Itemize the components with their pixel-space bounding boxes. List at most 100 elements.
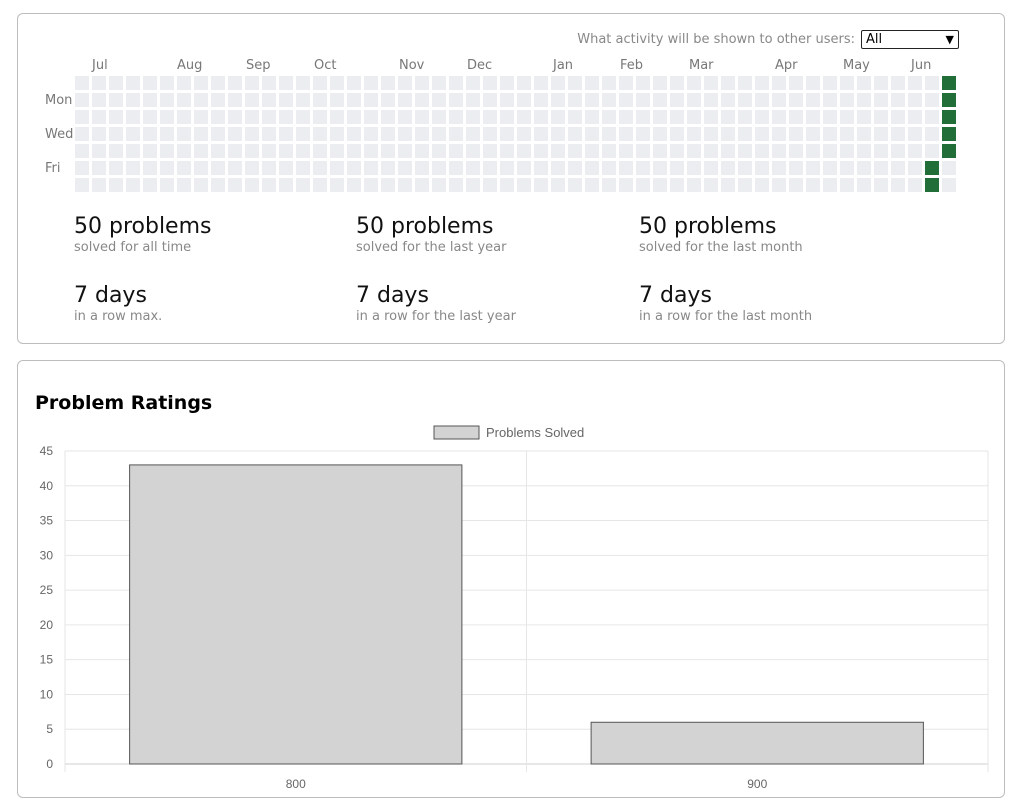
activity-cell[interactable] bbox=[313, 93, 327, 107]
activity-cell[interactable] bbox=[160, 76, 174, 90]
activity-cell[interactable] bbox=[109, 178, 123, 192]
activity-cell[interactable] bbox=[92, 110, 106, 124]
activity-cell[interactable] bbox=[721, 93, 735, 107]
activity-cell[interactable] bbox=[92, 93, 106, 107]
activity-cell[interactable] bbox=[483, 161, 497, 175]
activity-cell[interactable] bbox=[772, 161, 786, 175]
activity-cell[interactable] bbox=[466, 93, 480, 107]
activity-cell[interactable] bbox=[670, 76, 684, 90]
activity-cell[interactable] bbox=[551, 161, 565, 175]
activity-cell[interactable] bbox=[908, 76, 922, 90]
activity-cell[interactable] bbox=[415, 144, 429, 158]
activity-cell[interactable] bbox=[75, 93, 89, 107]
activity-cell[interactable] bbox=[704, 178, 718, 192]
activity-cell[interactable] bbox=[75, 144, 89, 158]
activity-cell[interactable] bbox=[279, 144, 293, 158]
activity-cell[interactable] bbox=[177, 127, 191, 141]
activity-cell[interactable] bbox=[415, 76, 429, 90]
activity-cell[interactable] bbox=[177, 161, 191, 175]
activity-cell[interactable] bbox=[585, 161, 599, 175]
activity-cell[interactable] bbox=[585, 144, 599, 158]
activity-cell[interactable] bbox=[755, 110, 769, 124]
activity-cell[interactable] bbox=[738, 161, 752, 175]
activity-cell[interactable] bbox=[75, 76, 89, 90]
activity-cell[interactable] bbox=[653, 76, 667, 90]
activity-cell-active[interactable] bbox=[942, 127, 956, 141]
activity-cell[interactable] bbox=[721, 178, 735, 192]
activity-cell[interactable] bbox=[211, 178, 225, 192]
activity-cell[interactable] bbox=[177, 144, 191, 158]
activity-cell[interactable] bbox=[126, 76, 140, 90]
activity-cell[interactable] bbox=[449, 93, 463, 107]
activity-cell[interactable] bbox=[636, 93, 650, 107]
activity-cell[interactable] bbox=[670, 93, 684, 107]
activity-cell[interactable] bbox=[449, 76, 463, 90]
activity-cell[interactable] bbox=[653, 161, 667, 175]
activity-cell[interactable] bbox=[177, 178, 191, 192]
activity-cell[interactable] bbox=[126, 110, 140, 124]
activity-cell[interactable] bbox=[211, 127, 225, 141]
activity-cell[interactable] bbox=[755, 178, 769, 192]
activity-cell[interactable] bbox=[381, 110, 395, 124]
activity-cell[interactable] bbox=[823, 144, 837, 158]
activity-cell[interactable] bbox=[619, 76, 633, 90]
activity-cell[interactable] bbox=[653, 144, 667, 158]
activity-cell[interactable] bbox=[517, 161, 531, 175]
activity-cell[interactable] bbox=[466, 161, 480, 175]
activity-cell[interactable] bbox=[517, 178, 531, 192]
activity-cell[interactable] bbox=[398, 161, 412, 175]
activity-cell[interactable] bbox=[500, 144, 514, 158]
activity-cell[interactable] bbox=[687, 93, 701, 107]
activity-cell[interactable] bbox=[891, 76, 905, 90]
activity-cell[interactable] bbox=[636, 161, 650, 175]
activity-cell[interactable] bbox=[347, 93, 361, 107]
activity-cell[interactable] bbox=[313, 178, 327, 192]
activity-cell[interactable] bbox=[177, 110, 191, 124]
activity-cell[interactable] bbox=[228, 127, 242, 141]
activity-cell[interactable] bbox=[296, 144, 310, 158]
activity-cell[interactable] bbox=[602, 93, 616, 107]
activity-cell[interactable] bbox=[330, 76, 344, 90]
activity-cell[interactable] bbox=[806, 127, 820, 141]
activity-cell[interactable] bbox=[381, 93, 395, 107]
activity-cell[interactable] bbox=[245, 178, 259, 192]
activity-cell[interactable] bbox=[823, 110, 837, 124]
activity-cell-active[interactable] bbox=[942, 144, 956, 158]
activity-cell[interactable] bbox=[857, 178, 871, 192]
activity-cell[interactable] bbox=[925, 110, 939, 124]
activity-cell[interactable] bbox=[840, 144, 854, 158]
activity-cell[interactable] bbox=[330, 178, 344, 192]
activity-cell[interactable] bbox=[432, 178, 446, 192]
activity-cell[interactable] bbox=[432, 144, 446, 158]
activity-cell[interactable] bbox=[109, 161, 123, 175]
activity-cell[interactable] bbox=[143, 76, 157, 90]
activity-cell[interactable] bbox=[313, 161, 327, 175]
activity-cell[interactable] bbox=[262, 93, 276, 107]
activity-cell[interactable] bbox=[245, 161, 259, 175]
activity-cell[interactable] bbox=[636, 144, 650, 158]
activity-cell[interactable] bbox=[160, 110, 174, 124]
activity-cell[interactable] bbox=[228, 144, 242, 158]
activity-cell[interactable] bbox=[704, 127, 718, 141]
activity-cell[interactable] bbox=[330, 161, 344, 175]
activity-cell[interactable] bbox=[602, 76, 616, 90]
activity-cell[interactable] bbox=[789, 178, 803, 192]
activity-cell[interactable] bbox=[279, 76, 293, 90]
activity-cell[interactable] bbox=[466, 76, 480, 90]
activity-cell[interactable] bbox=[840, 178, 854, 192]
activity-cell[interactable] bbox=[806, 93, 820, 107]
activity-cell[interactable] bbox=[891, 110, 905, 124]
activity-cell[interactable] bbox=[908, 127, 922, 141]
activity-cell[interactable] bbox=[500, 127, 514, 141]
activity-cell[interactable] bbox=[381, 161, 395, 175]
activity-cell[interactable] bbox=[279, 161, 293, 175]
activity-cell[interactable] bbox=[398, 76, 412, 90]
activity-cell[interactable] bbox=[721, 161, 735, 175]
activity-cell[interactable] bbox=[313, 127, 327, 141]
activity-cell[interactable] bbox=[449, 178, 463, 192]
activity-cell[interactable] bbox=[772, 93, 786, 107]
activity-cell[interactable] bbox=[687, 76, 701, 90]
activity-cell[interactable] bbox=[551, 76, 565, 90]
activity-cell[interactable] bbox=[653, 93, 667, 107]
activity-cell[interactable] bbox=[347, 144, 361, 158]
